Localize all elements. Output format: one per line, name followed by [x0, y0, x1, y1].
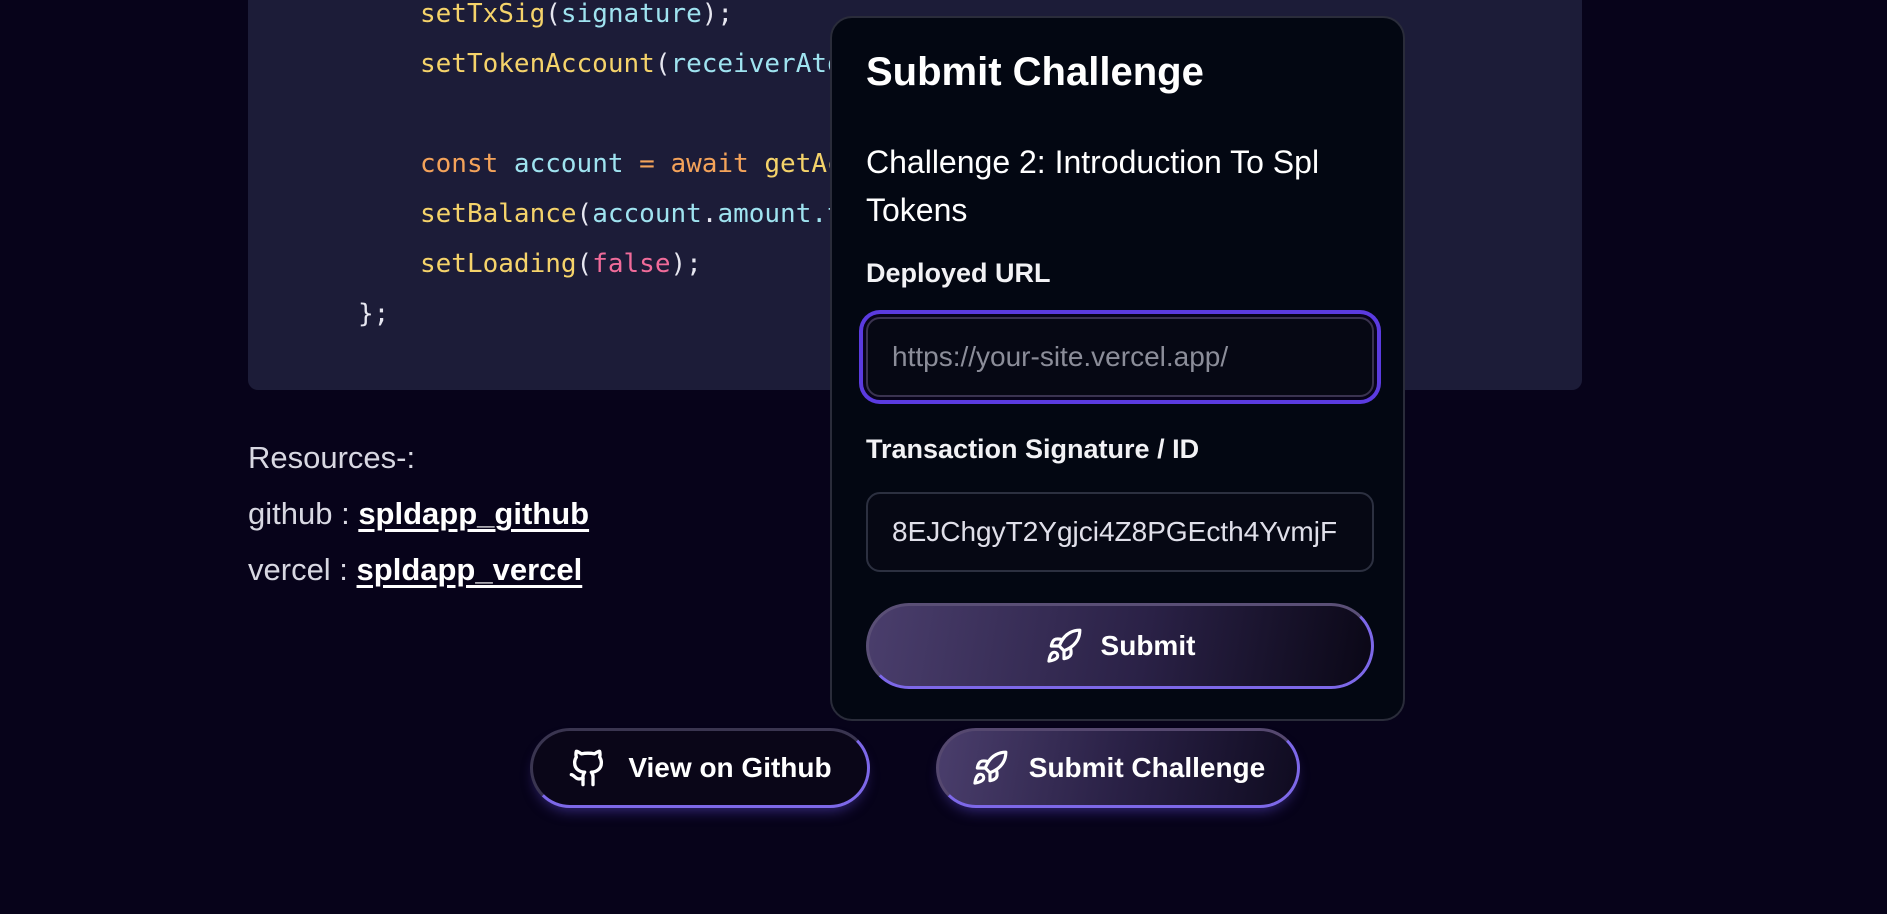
view-on-github-label: View on Github	[628, 752, 832, 783]
submit-challenge-label: Submit Challenge	[1028, 752, 1266, 783]
code-line: setBalance(account.amount.t	[420, 198, 843, 230]
code-token: (	[576, 199, 593, 229]
view-on-github-button[interactable]: View on Github	[530, 728, 870, 808]
code-line: const account = await getAc	[420, 148, 843, 180]
code-token: );	[701, 0, 734, 29]
code-token: await	[670, 149, 765, 179]
code-token: =	[639, 149, 671, 179]
resources-heading: Resources-:	[248, 440, 416, 475]
transaction-signature-label: Transaction Signature / ID	[866, 434, 1200, 464]
code-token: (	[654, 49, 671, 79]
code-token: setBalance	[420, 199, 577, 229]
modal-title: Submit Challenge	[866, 50, 1204, 94]
code-line: setTxSig(signature);	[420, 0, 733, 30]
github-resource-link[interactable]: spldapp_github	[358, 496, 589, 531]
github-icon	[568, 747, 608, 789]
submit-challenge-button[interactable]: Submit Challenge	[936, 728, 1300, 808]
deployed-url-label: Deployed URL	[866, 258, 1051, 288]
modal-submit-button[interactable]: Submit	[866, 603, 1374, 689]
code-token: .	[701, 199, 718, 229]
submit-challenge-modal: Submit Challenge Challenge 2: Introducti…	[830, 16, 1405, 721]
transaction-signature-input[interactable]	[866, 492, 1374, 572]
code-token: (	[576, 249, 593, 279]
challenge-name: Challenge 2: Introduction To Spl Tokens	[866, 144, 1320, 228]
code-token: account	[513, 149, 640, 179]
code-token: signature	[560, 0, 702, 29]
vercel-resource-link[interactable]: spldapp_vercel	[357, 552, 583, 587]
vercel-resource-line: vercel : spldapp_vercel	[248, 548, 589, 604]
vercel-resource-prefix: vercel :	[248, 552, 357, 587]
code-line: setTokenAccount(receiverAto	[420, 48, 843, 80]
code-token: account	[592, 199, 702, 229]
code-token: const	[420, 149, 514, 179]
code-token: );	[670, 249, 702, 279]
github-resource-line: github : spldapp_github	[248, 492, 589, 548]
github-resource-prefix: github :	[248, 496, 359, 531]
deployed-url-input[interactable]	[866, 317, 1374, 397]
code-line: setLoading(false);	[420, 248, 702, 280]
rocket-icon	[1045, 627, 1083, 665]
modal-submit-label: Submit	[1100, 630, 1196, 661]
code-token: amount	[717, 199, 812, 229]
code-token: setTokenAccount	[420, 49, 655, 79]
resources-section: Resources-: github : spldapp_github verc…	[248, 436, 589, 604]
code-token: false	[592, 249, 671, 279]
code-token: receiverAto	[670, 49, 843, 79]
code-token: };	[358, 299, 390, 329]
code-token: setTxSig	[420, 0, 546, 29]
code-token: (	[545, 0, 561, 29]
rocket-icon	[971, 749, 1009, 787]
code-line: };	[358, 298, 389, 330]
page: setTxSig(signature); setTokenAccount(rec…	[0, 0, 1887, 914]
code-token: setLoading	[420, 249, 577, 279]
